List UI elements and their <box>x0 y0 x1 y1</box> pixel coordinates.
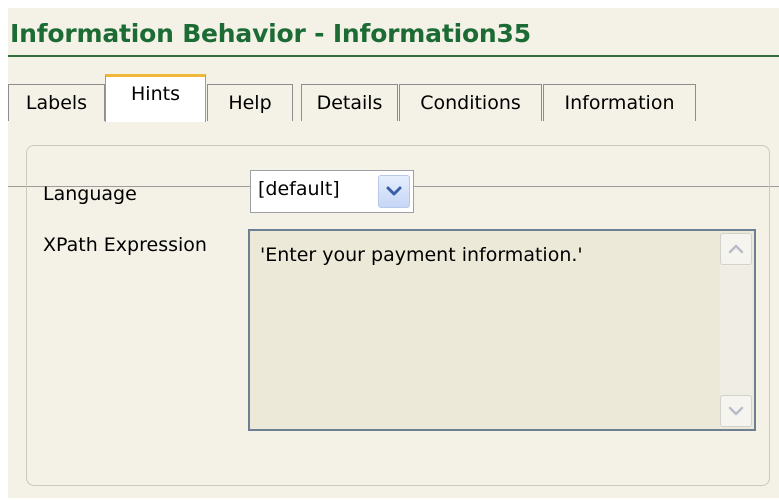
tab-details[interactable]: Details <box>301 84 398 121</box>
tab-information[interactable]: Information <box>543 84 696 121</box>
chevron-down-icon[interactable] <box>378 175 410 208</box>
window: Information Behavior - Information35 Lab… <box>8 8 779 498</box>
tab-conditions[interactable]: Conditions <box>399 84 542 121</box>
page-title: Information Behavior - Information35 <box>10 19 531 48</box>
xpath-expression-field[interactable]: 'Enter your payment information.' <box>248 229 756 431</box>
tab-hints[interactable]: Hints <box>105 74 206 122</box>
tab-help[interactable]: Help <box>207 84 293 121</box>
tab-labels[interactable]: Labels <box>8 84 105 121</box>
scroll-up-icon[interactable] <box>720 233 752 265</box>
language-value: [default] <box>258 178 340 200</box>
language-label: Language <box>43 183 137 205</box>
xpath-expression-value: 'Enter your payment information.' <box>260 244 583 266</box>
xpath-label: XPath Expression <box>43 234 207 256</box>
scroll-down-icon[interactable] <box>720 395 752 427</box>
language-select[interactable]: [default] <box>250 170 414 213</box>
tab-strip: Labels Hints Help Details Conditions Inf… <box>8 74 779 187</box>
scroll-track[interactable] <box>720 265 752 395</box>
title-divider <box>8 55 779 57</box>
vertical-scrollbar[interactable] <box>720 233 752 427</box>
